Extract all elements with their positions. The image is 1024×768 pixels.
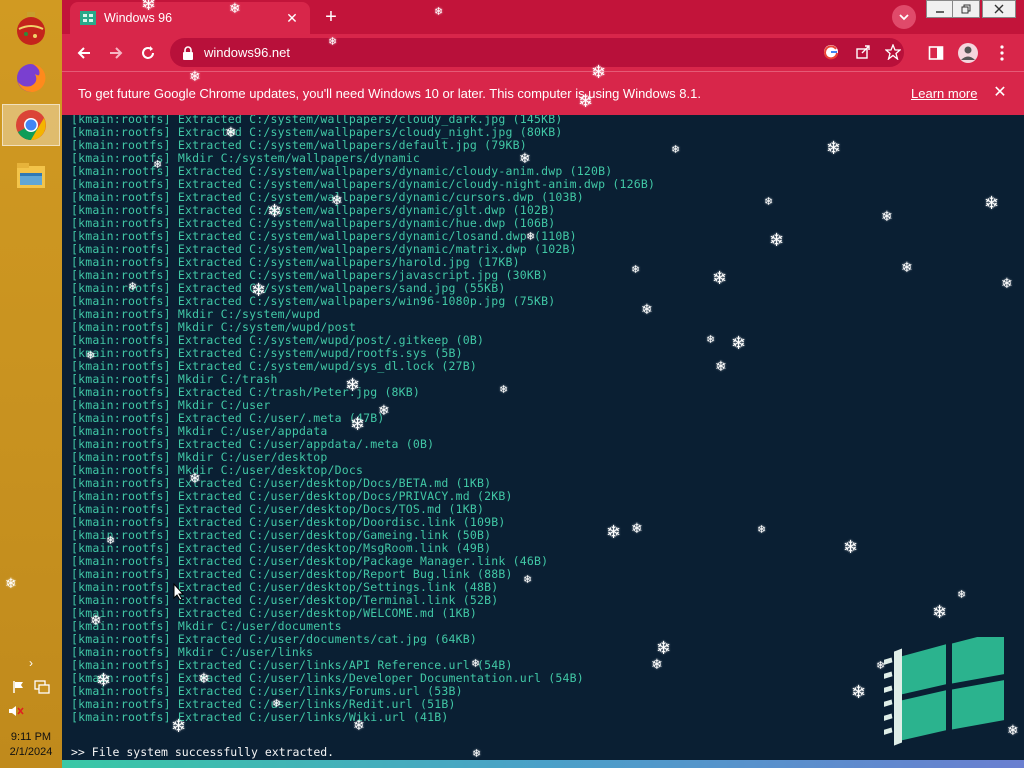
chrome-window: Windows 96 ✕ + windows96.net To get futu… — [62, 0, 1024, 768]
christmas-ornament-icon — [17, 12, 45, 45]
infobar-close-button[interactable]: ✕ — [990, 82, 1010, 102]
minimize-icon — [936, 11, 944, 13]
chrome-menu-button[interactable] — [990, 41, 1014, 65]
window-close-button[interactable] — [982, 0, 1016, 18]
chevron-down-icon — [899, 14, 909, 21]
learn-more-link[interactable]: Learn more — [911, 86, 977, 101]
tab-title: Windows 96 — [104, 11, 173, 25]
clock-time: 9:11 PM — [10, 731, 52, 743]
restore-button[interactable] — [952, 0, 980, 18]
tray-overflow[interactable]: › — [0, 656, 62, 670]
taskbar-firefox-app[interactable] — [2, 57, 60, 99]
file-explorer-icon — [17, 163, 45, 188]
star-icon — [885, 44, 901, 60]
side-panel-button[interactable] — [924, 41, 948, 65]
flag-icon[interactable] — [12, 680, 26, 694]
tab-close-button[interactable]: ✕ — [284, 10, 300, 26]
page-viewport[interactable]: [kmain:rootfs] Extracted C:/system/wallp… — [62, 115, 1024, 768]
clock-date: 2/1/2024 — [9, 746, 53, 758]
tab-windows96[interactable]: Windows 96 ✕ — [70, 2, 310, 34]
profile-avatar-icon — [958, 43, 978, 63]
tab-search-button[interactable] — [892, 5, 916, 29]
address-bar[interactable]: windows96.net — [170, 38, 904, 67]
reload-button[interactable] — [136, 41, 160, 65]
taskbar: › 9:11 PM 2/1/2024 — [0, 0, 62, 768]
tray-row — [0, 680, 62, 694]
minimize-button[interactable] — [926, 0, 954, 18]
taskbar-ornament-app[interactable] — [2, 8, 60, 50]
terminal-prompt: >> File system successfully extracted. — [71, 745, 335, 759]
side-panel-icon — [928, 46, 944, 60]
taskbar-explorer-app[interactable] — [2, 154, 60, 196]
taskbar-clock[interactable]: 9:11 PM 2/1/2024 — [0, 730, 62, 760]
tray-volume[interactable] — [0, 704, 62, 718]
close-icon — [994, 4, 1004, 14]
share-icon — [856, 45, 870, 59]
share-button[interactable] — [852, 41, 874, 63]
tab-strip: Windows 96 ✕ + — [62, 0, 1024, 34]
lock-icon[interactable] — [182, 45, 194, 60]
chrome-icon — [16, 110, 46, 140]
forward-button[interactable] — [104, 41, 128, 65]
mouse-pointer-icon — [173, 583, 185, 601]
firefox-icon — [17, 63, 46, 92]
back-arrow-icon — [77, 47, 90, 59]
google-icon — [824, 45, 838, 60]
browser-toolbar: windows96.net — [62, 34, 1024, 71]
terminal-line: [kmain:rootfs] Extracted C:/user/links/W… — [71, 710, 449, 724]
windows96-logo-icon — [884, 637, 1004, 746]
taskbar-chrome-app[interactable] — [2, 104, 60, 146]
back-button[interactable] — [72, 41, 96, 65]
google-lens-button[interactable] — [820, 41, 842, 63]
forward-arrow-icon — [110, 47, 123, 59]
new-tab-button[interactable]: + — [318, 5, 344, 29]
address-url: windows96.net — [204, 45, 290, 60]
update-infobar: To get future Google Chrome updates, you… — [62, 71, 1024, 115]
volume-muted-icon — [9, 706, 24, 716]
kebab-menu-icon — [1000, 45, 1004, 61]
infobar-message: To get future Google Chrome updates, you… — [78, 86, 701, 101]
chevron-right-icon[interactable]: › — [29, 656, 33, 670]
windows96-favicon-icon — [80, 11, 96, 25]
reload-icon — [142, 46, 154, 59]
profile-button[interactable] — [956, 41, 980, 65]
bookmark-button[interactable] — [882, 41, 904, 63]
network-icon[interactable] — [34, 680, 50, 694]
restore-icon — [961, 4, 971, 14]
progress-strip — [62, 760, 1024, 768]
terminal-output: [kmain:rootfs] Extracted C:/system/wallp… — [71, 115, 655, 724]
